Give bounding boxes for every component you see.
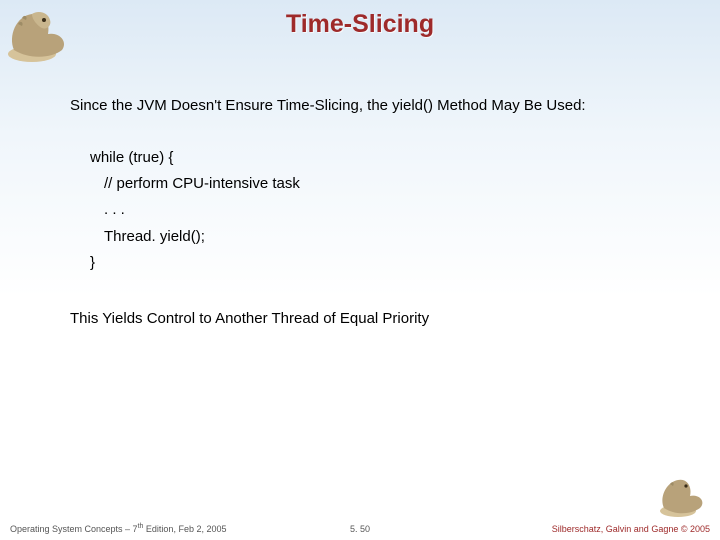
footer-left: Operating System Concepts – 7th Edition,… [10,523,226,534]
footer-left-text-b: Edition, Feb 2, 2005 [143,524,226,534]
slide-title: Time-Slicing [0,10,720,39]
code-line: . . . [104,197,660,223]
footer-page-number: 5. 50 [350,524,370,534]
code-line: // perform CPU-intensive task [104,171,660,197]
slide-content: Since the JVM Doesn't Ensure Time-Slicin… [70,95,660,330]
dinosaur-mascot-icon [654,474,712,518]
code-line: while (true) { [90,145,660,171]
intro-paragraph: Since the JVM Doesn't Ensure Time-Slicin… [70,95,660,117]
footer-copyright: Silberschatz, Galvin and Gagne © 2005 [552,524,710,534]
code-line: Thread. yield(); [104,224,660,250]
footer-left-text-a: Operating System Concepts – 7 [10,524,138,534]
code-block: while (true) { // perform CPU-intensive … [90,145,660,276]
code-line: } [90,250,660,276]
closing-paragraph: This Yields Control to Another Thread of… [70,308,660,330]
slide-footer: Operating System Concepts – 7th Edition,… [10,523,710,534]
